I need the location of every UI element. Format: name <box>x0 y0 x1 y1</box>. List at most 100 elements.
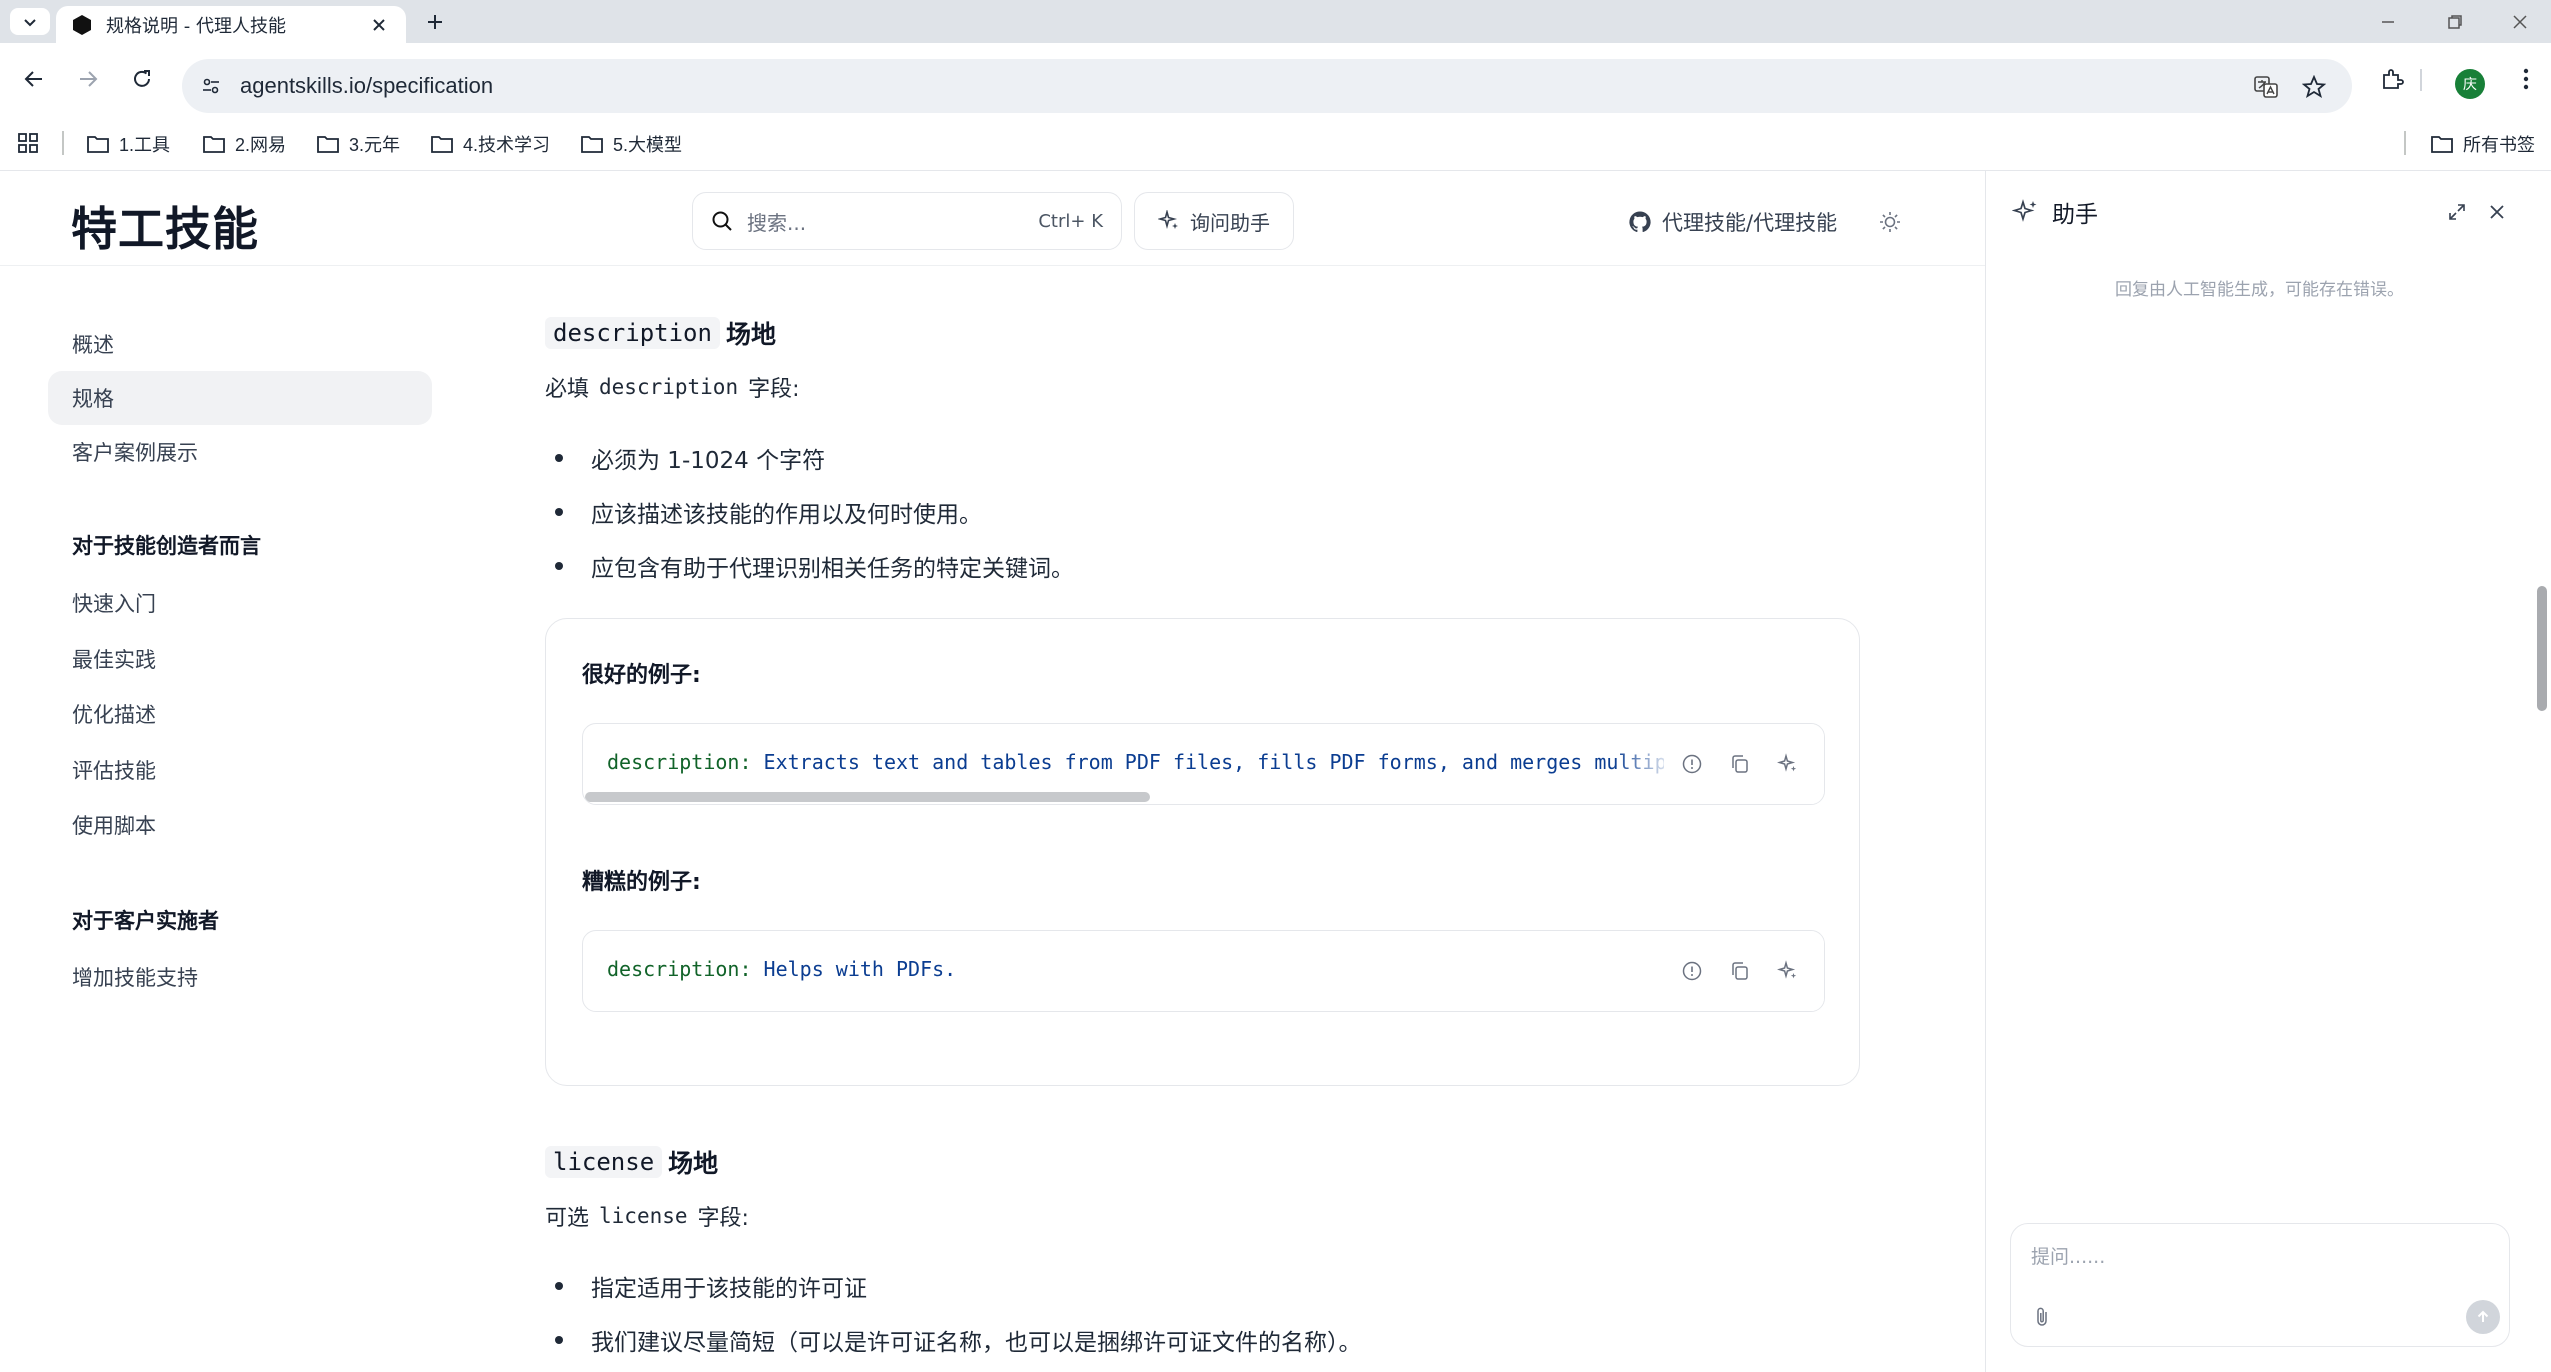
report-info-icon[interactable] <box>1668 951 1716 991</box>
code-key: description: <box>607 750 752 774</box>
bad-example-label: 糟糕的例子: <box>582 870 701 895</box>
sidebar-item-label: 优化描述 <box>72 703 156 727</box>
sidebar-item-best-practices[interactable]: 最佳实践 <box>48 632 432 686</box>
page-scrollbar-thumb[interactable] <box>2537 586 2547 711</box>
restore-button[interactable] <box>2425 0 2485 43</box>
intro-suffix: 字段: <box>697 1206 749 1231</box>
list-item-text: 应包含有助于代理识别相关任务的特定关键词。 <box>591 556 1074 582</box>
code-horizontal-scrollbar[interactable] <box>585 792 1150 802</box>
list-item-text: 指定适用于该技能的许可证 <box>591 1276 867 1302</box>
bookmark-folder-4[interactable]: 4.技术学习 <box>430 129 550 159</box>
github-icon <box>1629 211 1651 233</box>
sparkle-icon <box>2012 199 2037 222</box>
sidebar-item-label: 规格 <box>72 387 114 411</box>
bookmark-star-icon[interactable] <box>2298 71 2330 103</box>
assistant-input-placeholder[interactable]: 提问...... <box>2031 1242 2105 1269</box>
profile-avatar[interactable]: 庆 <box>2455 69 2485 99</box>
report-info-icon[interactable] <box>1668 744 1716 784</box>
license-field-heading: license 场地 <box>545 1144 718 1180</box>
sidebar-item-evaluate-skills[interactable]: 评估技能 <box>48 743 432 797</box>
site-header: 特工技能 搜索... Ctrl+ K 询问助手 代理技能/代理技能 <box>0 171 1985 266</box>
close-window-button[interactable] <box>2490 0 2550 43</box>
folder-icon <box>431 136 453 153</box>
code-value: Helps with PDFs. <box>763 957 957 981</box>
close-icon[interactable] <box>2482 197 2512 227</box>
assistant-input-box[interactable]: 提问...... <box>2010 1223 2510 1347</box>
toolbar-divider <box>2420 69 2422 91</box>
search-placeholder: 搜索... <box>747 210 807 235</box>
bookmark-folder-3[interactable]: 3.元年 <box>316 129 400 159</box>
list-item: 我们建议尽量简短（可以是许可证名称，也可以是捆绑许可证文件的名称）。 <box>555 1323 1362 1357</box>
examples-card: 很好的例子: description: Extracts text and ta… <box>545 618 1860 1086</box>
tab-search-button[interactable] <box>10 8 50 35</box>
address-bar[interactable]: agentskills.io/specification <box>182 59 2352 113</box>
assistant-disclaimer: 回复由人工智能生成，可能存在错误。 <box>2115 280 2404 300</box>
sidebar-item-specification[interactable]: 规格 <box>48 371 432 425</box>
list-item-text: 我们建议尽量简短（可以是许可证名称，也可以是捆绑许可证文件的名称）。 <box>591 1330 1362 1356</box>
ask-ai-sparkle-icon[interactable] <box>1764 744 1812 784</box>
intro-suffix: 字段: <box>748 377 800 402</box>
intro-prefix: 可选 <box>545 1206 590 1231</box>
arrow-left-icon <box>24 71 42 87</box>
sidebar-item-label: 使用脚本 <box>72 814 156 838</box>
send-arrow-up-icon[interactable] <box>2466 1300 2500 1334</box>
forward-button[interactable] <box>70 61 106 97</box>
sidebar-item-optimize-descriptions[interactable]: 优化描述 <box>48 687 432 741</box>
bookmarks-separator <box>62 131 64 155</box>
extensions-puzzle-icon[interactable] <box>2374 61 2410 97</box>
menu-kebab-icon[interactable] <box>2508 61 2544 97</box>
list-item: 应包含有助于代理识别相关任务的特定关键词。 <box>555 549 1074 583</box>
bookmarks-separator-right <box>2404 131 2406 155</box>
folder-icon <box>581 136 603 153</box>
ask-assistant-label: 询问助手 <box>1190 210 1270 235</box>
license-intro: 可选 license 字段: <box>545 1200 749 1232</box>
browser-tab-strip: 规格说明 - 代理人技能 <box>0 0 2551 43</box>
bookmark-label: 3.元年 <box>349 135 401 155</box>
plus-icon <box>428 15 442 29</box>
sidebar-item-showcase[interactable]: 客户案例展示 <box>48 425 432 479</box>
apps-grid-icon[interactable] <box>16 131 42 157</box>
github-link[interactable]: 代理技能/代理技能 <box>1628 207 1837 237</box>
expand-icon[interactable] <box>2442 197 2472 227</box>
copy-icon[interactable] <box>1716 951 1764 991</box>
code-actions <box>1664 724 1824 804</box>
sidebar-item-overview[interactable]: 概述 <box>48 317 432 371</box>
code-line: description: Extracts text and tables fr… <box>607 750 1763 774</box>
paperclip-icon[interactable] <box>2029 1304 2055 1330</box>
list-item: 应该描述该技能的作用以及何时使用。 <box>555 495 982 529</box>
site-logo[interactable]: 特工技能 <box>71 193 259 259</box>
url-text[interactable]: agentskills.io/specification <box>240 73 493 99</box>
sidebar-item-add-skill-support[interactable]: 增加技能支持 <box>48 950 432 1004</box>
list-item: 必须为 1-1024 个字符 <box>555 441 825 475</box>
browser-tab-active[interactable]: 规格说明 - 代理人技能 <box>56 6 406 43</box>
bad-example-code-block[interactable]: description: Helps with PDFs. <box>582 930 1825 1012</box>
all-bookmarks-folder[interactable]: 所有书签 <box>2430 129 2535 159</box>
bookmarks-bar: 1.工具 2.网易 3.元年 4.技术学习 5.大模型 所有书签 <box>0 119 2551 168</box>
reload-button[interactable] <box>124 61 160 97</box>
ask-assistant-button[interactable]: 询问助手 <box>1134 192 1294 250</box>
sidebar-group-clients-title: 对于客户实施者 <box>72 909 219 933</box>
copy-icon[interactable] <box>1716 744 1764 784</box>
assistant-title: 助手 <box>2012 195 2098 229</box>
bookmark-folder-2[interactable]: 2.网易 <box>202 129 286 159</box>
theme-toggle-sun-icon[interactable] <box>1875 207 1905 237</box>
site-info-icon[interactable] <box>196 71 226 101</box>
intro-code: license <box>599 1204 688 1228</box>
bookmark-folder-1[interactable]: 1.工具 <box>86 129 170 159</box>
tab-close-icon[interactable] <box>366 12 392 38</box>
list-item-text: 应该描述该技能的作用以及何时使用。 <box>591 502 982 528</box>
minimize-button[interactable] <box>2358 0 2418 43</box>
page-scrollbar[interactable] <box>2532 171 2551 1372</box>
bookmark-folder-5[interactable]: 5.大模型 <box>580 129 682 159</box>
good-example-code-block[interactable]: description: Extracts text and tables fr… <box>582 723 1825 805</box>
sidebar-item-using-scripts[interactable]: 使用脚本 <box>48 798 432 852</box>
ask-ai-sparkle-icon[interactable] <box>1764 951 1812 991</box>
bullet-dot <box>555 562 563 570</box>
site-search-box[interactable]: 搜索... Ctrl+ K <box>692 192 1122 250</box>
new-tab-button[interactable] <box>420 9 450 35</box>
good-example-label: 很好的例子: <box>582 663 701 688</box>
translate-icon[interactable] <box>2250 71 2282 103</box>
back-button[interactable] <box>16 61 52 97</box>
sidebar-item-label: 最佳实践 <box>72 648 156 672</box>
sidebar-item-quickstart[interactable]: 快速入门 <box>48 576 432 630</box>
